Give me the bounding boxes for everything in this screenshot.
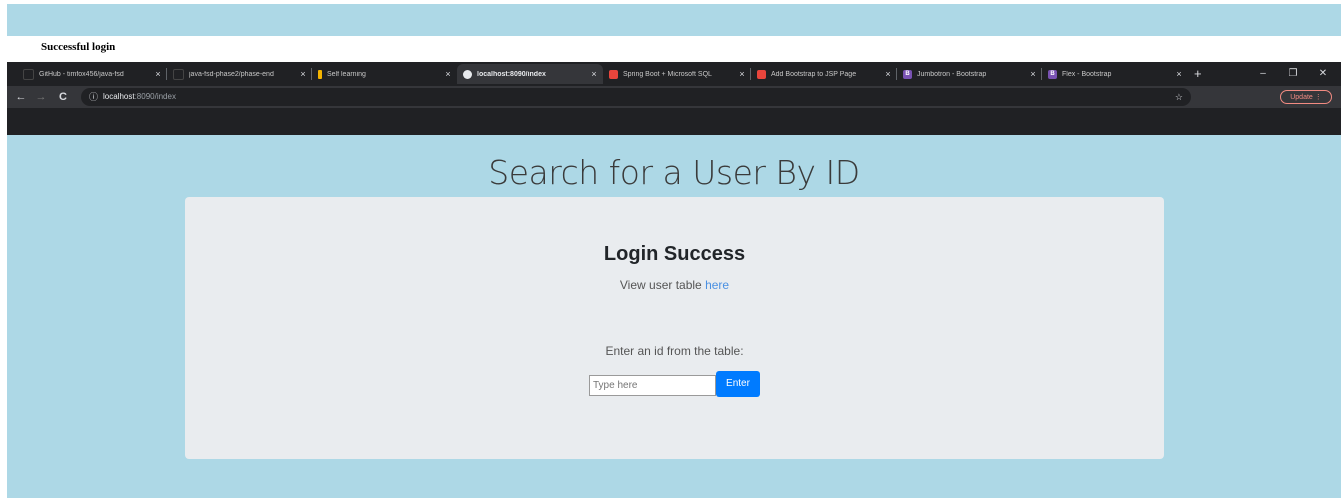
update-button[interactable]: Update ⋮ bbox=[1280, 90, 1332, 104]
bootstrap-icon: B bbox=[1048, 69, 1057, 79]
view-table-line: View user table here bbox=[185, 278, 1164, 292]
tab-self-learning[interactable]: Self learning × bbox=[312, 64, 457, 84]
id-prompt: Enter an id from the table: bbox=[605, 344, 744, 358]
tab-localhost-index[interactable]: localhost:8090/index × bbox=[457, 64, 603, 84]
close-tab-icon[interactable]: × bbox=[589, 69, 599, 79]
forward-button[interactable]: → bbox=[33, 89, 49, 105]
page-content: Search for a User By ID Login Success Vi… bbox=[7, 135, 1341, 498]
bookmark-star-icon[interactable]: ☆ bbox=[1175, 88, 1183, 106]
close-tab-icon[interactable]: × bbox=[883, 69, 893, 79]
view-table-text: View user table bbox=[619, 278, 702, 292]
tab-bootstrap-jsp[interactable]: Add Bootstrap to JSP Page × bbox=[751, 64, 897, 84]
tab-title: Jumbotron - Bootstrap bbox=[917, 70, 987, 78]
address-host: localhost bbox=[103, 92, 135, 101]
close-tab-icon[interactable]: × bbox=[153, 69, 163, 79]
close-tab-icon[interactable]: × bbox=[298, 69, 308, 79]
learning-icon bbox=[318, 69, 322, 79]
tab-title: localhost:8090/index bbox=[477, 70, 546, 78]
tab-flex-bootstrap[interactable]: B Flex - Bootstrap × bbox=[1042, 64, 1188, 84]
image-caption: Successful login bbox=[41, 41, 116, 53]
reload-button[interactable]: C bbox=[55, 89, 71, 105]
globe-icon bbox=[463, 69, 472, 79]
github-icon bbox=[23, 68, 34, 80]
site-icon bbox=[757, 69, 766, 79]
close-tab-icon[interactable]: × bbox=[1174, 69, 1184, 79]
close-tab-icon[interactable]: × bbox=[737, 69, 747, 79]
site-icon bbox=[609, 69, 618, 79]
tab-strip: GitHub - timfox456/java-fsd × java-fsd-p… bbox=[7, 62, 1341, 84]
enter-button[interactable]: Enter bbox=[716, 371, 760, 397]
browser-chrome: GitHub - timfox456/java-fsd × java-fsd-p… bbox=[7, 62, 1341, 135]
login-success-heading: Login Success bbox=[603, 243, 746, 265]
new-tab-button[interactable]: + bbox=[1194, 64, 1202, 84]
tab-github-phase[interactable]: java-fsd-phase2/phase-end × bbox=[167, 64, 312, 84]
close-tab-icon[interactable]: × bbox=[1028, 69, 1038, 79]
close-tab-icon[interactable]: × bbox=[443, 69, 453, 79]
address-bar[interactable]: ⓘ localhost:8090/index ☆ bbox=[81, 88, 1191, 106]
update-label: Update bbox=[1290, 94, 1313, 101]
view-table-link[interactable]: here bbox=[705, 278, 729, 292]
bootstrap-icon: B bbox=[903, 69, 912, 79]
close-window-button[interactable]: ✕ bbox=[1309, 64, 1337, 84]
jumbotron: Login Success View user table here Enter… bbox=[185, 197, 1164, 459]
tab-title: Add Bootstrap to JSP Page bbox=[771, 70, 857, 78]
tab-title: Spring Boot + Microsoft SQL bbox=[623, 70, 712, 78]
top-band bbox=[7, 4, 1341, 36]
tab-github-repo[interactable]: GitHub - timfox456/java-fsd × bbox=[17, 64, 167, 84]
tab-title: Self learning bbox=[327, 70, 366, 78]
github-icon bbox=[173, 68, 184, 80]
tab-title: java-fsd-phase2/phase-end bbox=[189, 70, 274, 78]
address-path: :8090/index bbox=[134, 92, 176, 101]
tab-title: GitHub - timfox456/java-fsd bbox=[39, 70, 124, 78]
tab-spring-boot[interactable]: Spring Boot + Microsoft SQL × bbox=[603, 64, 751, 84]
tab-title: Flex - Bootstrap bbox=[1062, 70, 1112, 78]
restore-button[interactable]: ❐ bbox=[1279, 64, 1307, 84]
info-icon[interactable]: ⓘ bbox=[89, 88, 98, 106]
address-url: localhost:8090/index bbox=[103, 88, 176, 106]
back-button[interactable]: ← bbox=[13, 89, 29, 105]
id-search-input[interactable] bbox=[589, 375, 716, 396]
page-title: Search for a User By ID bbox=[488, 153, 860, 192]
browser-toolbar: ← → C ⓘ localhost:8090/index ☆ Update ⋮ bbox=[7, 86, 1341, 108]
minimize-button[interactable]: – bbox=[1249, 64, 1277, 84]
tab-jumbotron-bootstrap[interactable]: B Jumbotron - Bootstrap × bbox=[897, 64, 1042, 84]
